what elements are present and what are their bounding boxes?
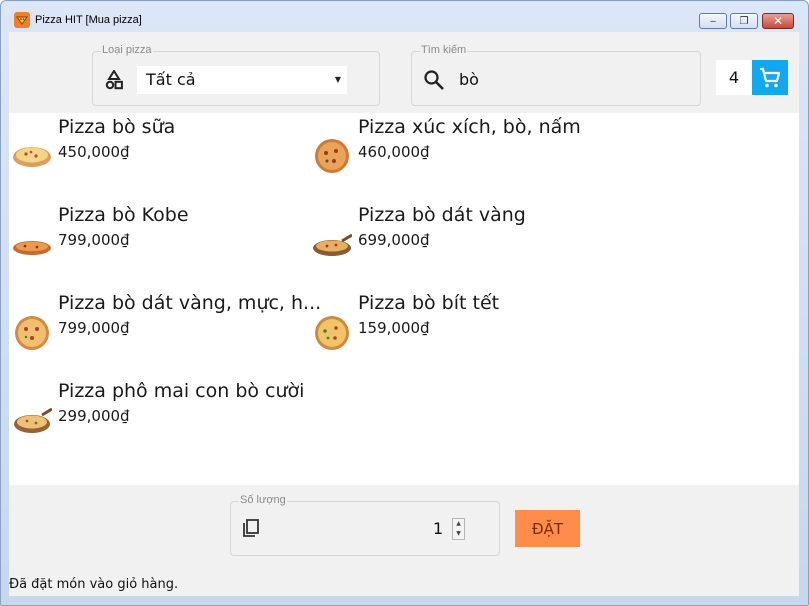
search-icon — [423, 69, 445, 91]
product-price: 450,000₫ — [58, 143, 130, 161]
search-group: Tìm kiếm bò — [411, 44, 701, 106]
stepper-down-icon[interactable]: ▼ — [453, 529, 464, 539]
product-item[interactable]: Pizza bò dát vàng 699,000₫ — [309, 201, 609, 281]
pizza-image — [313, 233, 352, 256]
stepper-up-icon[interactable]: ▲ — [453, 519, 464, 529]
category-group: Loại pizza Tất cả ▼ — [92, 44, 380, 106]
product-price: 699,000₫ — [358, 231, 430, 249]
product-name: Pizza phô mai con bò cười — [58, 380, 305, 402]
product-item[interactable]: Pizza bò sữa 450,000₫ — [9, 113, 309, 193]
pizza-image — [14, 407, 52, 433]
status-bar: Đã đặt món vào giỏ hàng. — [9, 572, 799, 596]
quantity-label: Số lượng — [239, 494, 287, 506]
cart-button[interactable] — [752, 60, 788, 95]
filter-bar: Loại pizza Tất cả ▼ Tìm kiếm bò 4 — [9, 32, 799, 113]
search-input[interactable]: bò — [459, 70, 479, 89]
pizza-image — [13, 241, 51, 255]
pizza-image — [13, 147, 51, 167]
pizza-image — [315, 139, 349, 173]
maximize-button[interactable]: ❐ — [730, 13, 758, 29]
product-name: Pizza bò dát vàng — [358, 204, 526, 226]
cart-count: 4 — [716, 60, 752, 95]
product-item[interactable]: Pizza bò Kobe 799,000₫ — [9, 201, 309, 281]
app-window: Pizza HIT [Mua pizza] ‒ ❐ ✕ Loại pizza T… — [0, 0, 809, 606]
product-price: 460,000₫ — [358, 143, 430, 161]
status-text: Đã đặt món vào giỏ hàng. — [9, 577, 179, 592]
shapes-icon — [104, 69, 124, 90]
product-name: Pizza bò dát vàng, mực, h... — [58, 292, 322, 314]
category-label: Loại pizza — [101, 44, 153, 56]
product-name: Pizza bò bít tết — [358, 292, 500, 314]
category-value: Tất cả — [146, 70, 196, 89]
product-price: 799,000₫ — [58, 319, 130, 337]
product-name: Pizza bò sữa — [58, 116, 176, 138]
product-price: 799,000₫ — [58, 231, 130, 249]
pizza-image — [315, 316, 349, 350]
close-button[interactable]: ✕ — [762, 13, 794, 29]
maximize-icon: ❐ — [739, 15, 749, 27]
product-price: 299,000₫ — [58, 407, 130, 425]
product-price: 159,000₫ — [358, 319, 430, 337]
search-label: Tìm kiếm — [420, 44, 468, 56]
close-icon: ✕ — [772, 14, 784, 28]
pizza-image — [15, 316, 49, 350]
category-select[interactable]: Tất cả ▼ — [137, 66, 347, 94]
order-bar: Số lượng 1 ▲ ▼ ĐẶT — [9, 485, 799, 572]
copy-icon — [241, 518, 261, 538]
product-list[interactable]: Pizza bò sữa 450,000₫ Pizza xúc xích, bò… — [9, 113, 799, 485]
product-name: Pizza xúc xích, bò, nấm — [358, 116, 581, 138]
product-item[interactable]: Pizza phô mai con bò cười 299,000₫ — [9, 377, 309, 457]
pizza-app-icon — [14, 12, 30, 28]
order-button[interactable]: ĐẶT — [515, 510, 580, 547]
minimize-button[interactable]: ‒ — [699, 13, 727, 29]
product-item[interactable]: Pizza xúc xích, bò, nấm 460,000₫ — [309, 113, 609, 193]
quantity-input[interactable]: 1 — [433, 519, 443, 538]
product-item[interactable]: Pizza bò dát vàng, mực, h... 799,000₫ — [9, 289, 321, 369]
product-item[interactable]: Pizza bò bít tết 159,000₫ — [309, 289, 609, 369]
cart-icon — [760, 67, 781, 87]
product-name: Pizza bò Kobe — [58, 204, 189, 226]
quantity-group: Số lượng 1 ▲ ▼ — [230, 494, 500, 556]
window-title: Pizza HIT [Mua pizza] — [35, 14, 142, 26]
title-bar[interactable]: Pizza HIT [Mua pizza] ‒ ❐ ✕ — [1, 1, 808, 31]
chevron-down-icon: ▼ — [334, 75, 341, 84]
quantity-stepper[interactable]: ▲ ▼ — [452, 518, 465, 540]
client-area: Loại pizza Tất cả ▼ Tìm kiếm bò 4 Pizza … — [9, 32, 799, 596]
minimize-icon: ‒ — [709, 15, 717, 27]
